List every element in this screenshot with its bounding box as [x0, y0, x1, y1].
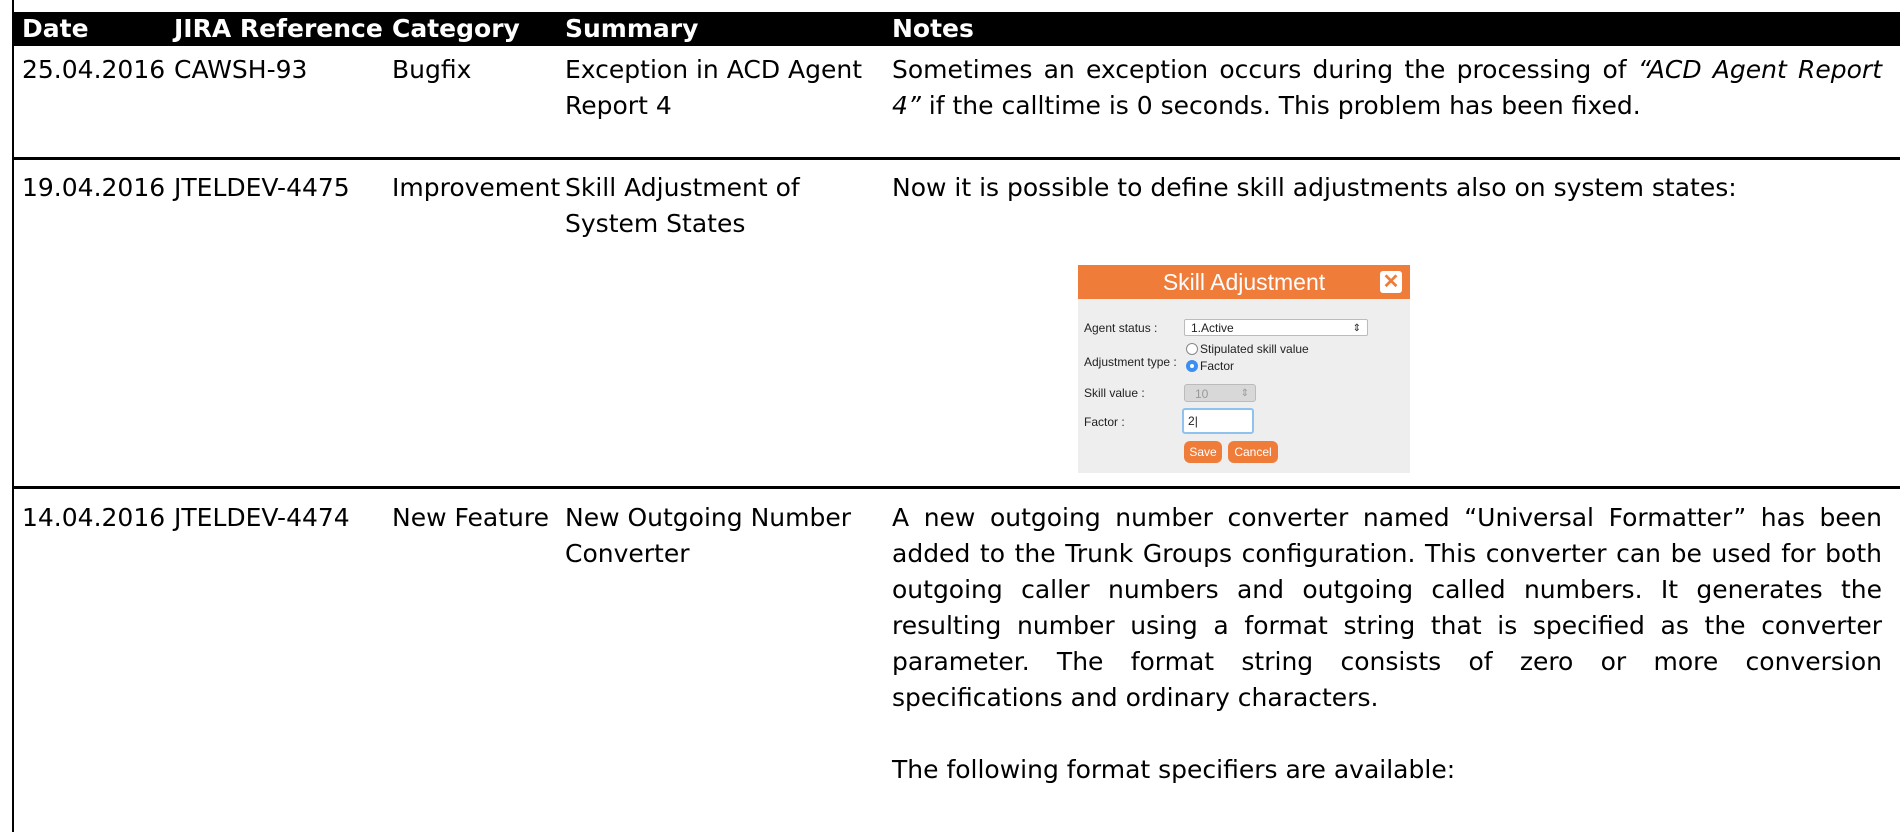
adjustment-type-label: Adjustment type : [1084, 355, 1177, 369]
header-summary: Summary [565, 14, 699, 43]
row-jira-reference: CAWSH-93 [174, 55, 308, 84]
row-summary: Skill Adjustment of System States [565, 173, 800, 238]
notes-paragraph: The following format specifiers are avai… [892, 755, 1456, 784]
skill-value-label: Skill value : [1084, 386, 1145, 400]
notes-paragraph: A new outgoing number converter named “U… [892, 503, 1882, 712]
row-category: Improvement [392, 173, 561, 202]
dialog-title: Skill Adjustment [1078, 265, 1410, 299]
row-summary: New Outgoing Number Converter [565, 503, 851, 568]
notes-text: Sometimes an exception occurs during the… [892, 55, 1638, 84]
agent-status-label: Agent status : [1084, 321, 1158, 335]
skill-adjustment-dialog: Skill Adjustment ✕ Agent status : 1.Acti… [1078, 265, 1410, 473]
row-date: 19.04.2016 [22, 173, 166, 202]
row-divider [12, 157, 1900, 160]
header-category: Category [392, 14, 520, 43]
table-header: Date JIRA Reference Category Summary Not… [12, 12, 1900, 46]
header-jira-reference: JIRA Reference [174, 14, 383, 43]
row-category: Bugfix [392, 55, 472, 84]
agent-status-select[interactable]: 1.Active ⇕ [1184, 319, 1368, 336]
row-notes: A new outgoing number converter named “U… [892, 500, 1882, 788]
factor-label: Factor : [1084, 415, 1125, 429]
row-jira-reference: JTELDEV-4474 [174, 503, 350, 532]
skill-value: 10 [1195, 387, 1209, 401]
radio-stipulated-label: Stipulated skill value [1200, 342, 1309, 356]
select-arrows-icon: ⇕ [1240, 388, 1249, 399]
row-date: 14.04.2016 [22, 503, 166, 532]
row-jira-reference: JTELDEV-4475 [174, 173, 350, 202]
agent-status-value: 1.Active [1191, 321, 1234, 335]
header-date: Date [22, 14, 89, 43]
factor-input[interactable]: 2| [1182, 408, 1254, 434]
row-date: 25.04.2016 [22, 55, 166, 84]
row-category: New Feature [392, 503, 549, 532]
radio-factor[interactable] [1186, 360, 1198, 372]
factor-input-value: 2 [1188, 414, 1195, 428]
row-notes: Sometimes an exception occurs during the… [892, 52, 1882, 124]
select-arrows-icon: ⇕ [1352, 323, 1361, 334]
save-button[interactable]: Save [1184, 441, 1222, 463]
row-summary: Exception in ACD Agent Report 4 [565, 55, 863, 120]
radio-stipulated[interactable] [1186, 343, 1198, 355]
close-icon[interactable]: ✕ [1380, 271, 1402, 293]
header-notes: Notes [892, 14, 974, 43]
skill-value-select[interactable]: 10 ⇕ [1184, 384, 1256, 402]
radio-factor-label: Factor [1200, 359, 1235, 373]
notes-text-end: if the calltime is 0 seconds. This probl… [920, 91, 1641, 120]
row-divider [12, 486, 1900, 489]
row-notes: Now it is possible to define skill adjus… [892, 173, 1737, 202]
cancel-button[interactable]: Cancel [1228, 441, 1278, 463]
